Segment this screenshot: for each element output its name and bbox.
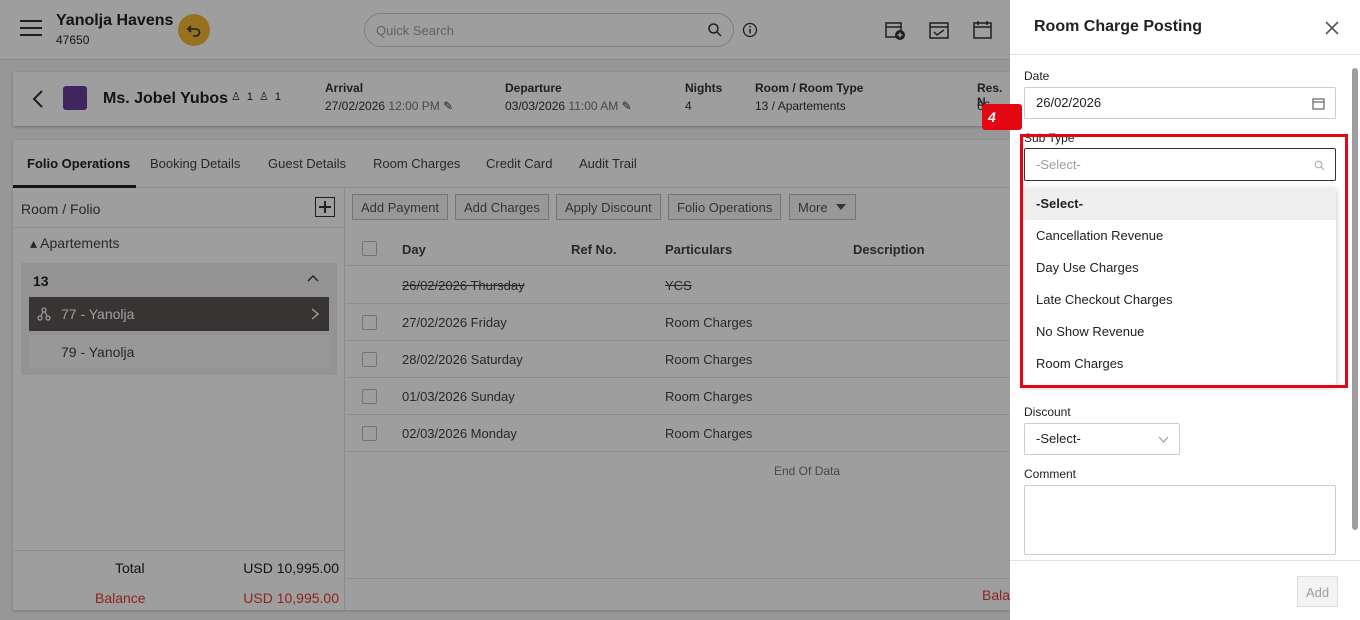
chevron-down-icon [1158, 436, 1169, 443]
drawer-footer: Add [1010, 560, 1360, 620]
calendar-icon[interactable] [1312, 97, 1325, 110]
close-icon[interactable] [1324, 20, 1340, 36]
date-field[interactable]: 26/02/2026 [1024, 87, 1336, 119]
date-value: 26/02/2026 [1036, 95, 1102, 110]
date-label: Date [1024, 69, 1050, 83]
app-root: Yanolja Havens 47650 Quick Search Ms. Jo… [0, 0, 1360, 620]
discount-value: -Select- [1036, 431, 1081, 446]
comment-label: Comment [1024, 467, 1077, 481]
drawer-title: Room Charge Posting [1034, 18, 1203, 35]
discount-select[interactable]: -Select- [1024, 423, 1180, 455]
add-button[interactable]: Add [1297, 576, 1338, 607]
annotation-highlight-box [1020, 134, 1348, 388]
scrollbar-thumb[interactable] [1352, 68, 1358, 530]
modal-overlay[interactable] [0, 0, 1010, 620]
annotation-step-badge: 4 [982, 104, 1022, 130]
comment-textarea[interactable] [1024, 485, 1336, 555]
drawer-divider [1010, 54, 1360, 55]
discount-label: Discount [1024, 405, 1071, 419]
